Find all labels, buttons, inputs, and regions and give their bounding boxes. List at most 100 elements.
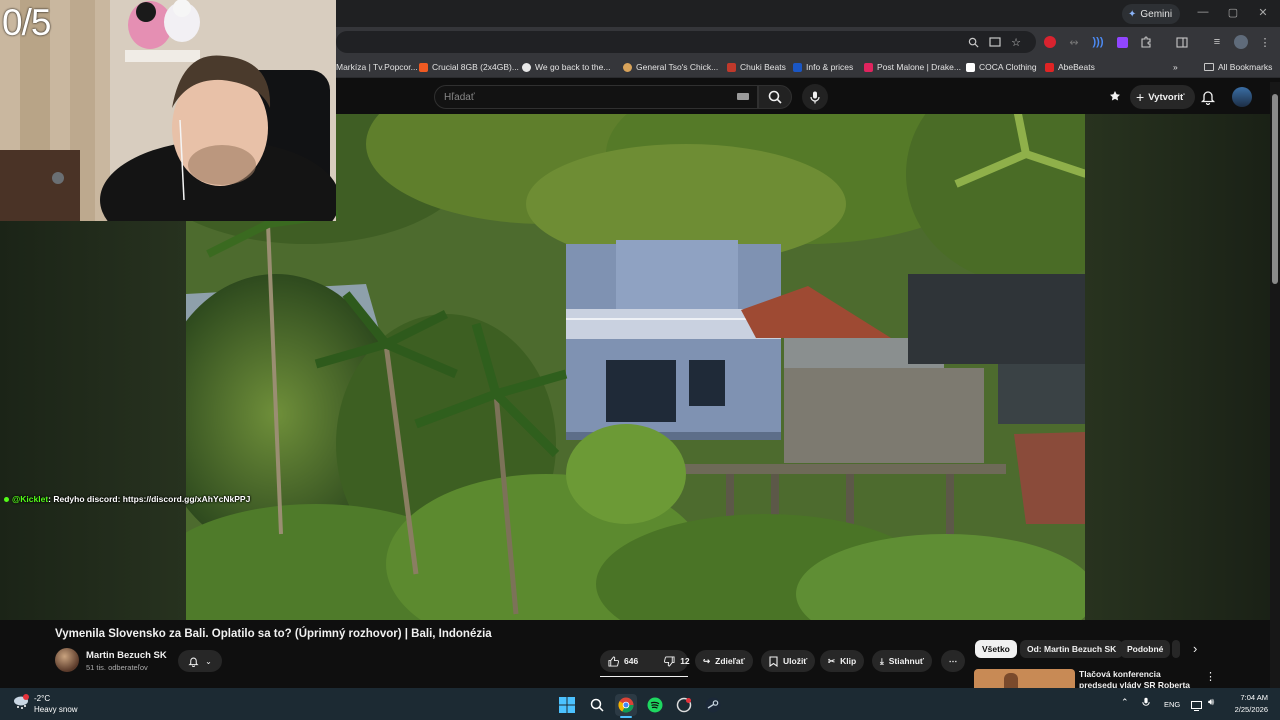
tray-microphone-icon[interactable] xyxy=(1142,697,1150,711)
chrome-taskbar-icon[interactable] xyxy=(615,694,637,716)
chip-all[interactable]: Všetko xyxy=(975,640,1017,658)
share-icon: ↪ xyxy=(703,655,711,666)
taskbar-clock-date[interactable]: 2/25/2026 xyxy=(1224,705,1268,714)
subscription-bell-button[interactable]: ⌄ xyxy=(178,650,222,672)
more-actions-button[interactable]: ⋯ xyxy=(941,650,965,672)
folder-icon xyxy=(1204,63,1214,71)
app-circle-icon[interactable] xyxy=(673,694,695,716)
extension-purple-icon[interactable] xyxy=(1113,33,1131,51)
bookmark-item[interactable]: We go back to the... xyxy=(522,59,610,75)
download-button[interactable]: ⤓ Stiahnuť xyxy=(872,650,933,672)
chips-next-icon[interactable]: › xyxy=(1193,641,1197,656)
snow-weather-icon[interactable] xyxy=(12,693,30,711)
start-windows-icon[interactable] xyxy=(556,694,578,716)
extension-grey-icon[interactable]: ↭ xyxy=(1065,33,1083,51)
address-bar[interactable] xyxy=(336,31,1036,53)
bookmark-favicon xyxy=(864,62,873,72)
bookmarks-overflow-icon[interactable]: » xyxy=(1173,59,1178,75)
tray-network-icon[interactable] xyxy=(1191,698,1202,716)
recommendation-menu-icon[interactable]: ⋮ xyxy=(1205,670,1216,683)
bookmark-favicon xyxy=(793,62,802,72)
chip-from-channel[interactable]: Od: Martin Bezuch SK xyxy=(1020,640,1124,658)
search-input[interactable]: Hľadať xyxy=(434,85,758,109)
bookmark-item[interactable]: Chuki Beats xyxy=(727,59,786,75)
spotify-icon[interactable] xyxy=(644,694,666,716)
profile-avatar-icon[interactable] xyxy=(1232,33,1250,51)
bookmark-item[interactable]: Post Malone | Drake... xyxy=(864,59,961,75)
chat-text: : Redyho discord: https://discord.gg/xAh… xyxy=(48,494,251,504)
input-language[interactable]: ENG xyxy=(1164,700,1180,709)
thumbs-down-icon xyxy=(664,655,675,667)
thumbnail-figure xyxy=(1004,673,1018,688)
gemini-button[interactable]: ✦ Gemini xyxy=(1122,4,1181,24)
extension-red-icon[interactable] xyxy=(1041,33,1059,51)
more-horizontal-icon: ⋯ xyxy=(948,655,958,666)
bookmark-item[interactable]: COCA Clothing xyxy=(966,59,1037,75)
premium-gift-icon[interactable] xyxy=(1108,90,1122,104)
bookmark-item[interactable]: Info & prices xyxy=(793,59,853,75)
voice-search-button[interactable] xyxy=(802,84,828,110)
media-controls-icon[interactable]: ≡ xyxy=(1208,33,1226,51)
gemini-label: Gemini xyxy=(1140,8,1173,20)
channel-name[interactable]: Martin Bezuch SK xyxy=(86,650,167,661)
like-dislike-group: 646 12 xyxy=(600,650,690,672)
goal-counter: 0/5 xyxy=(2,2,51,43)
side-panel-icon[interactable] xyxy=(1173,33,1191,51)
dislike-button[interactable]: 12 xyxy=(656,650,697,672)
recommendation-title[interactable]: Tlačová konferencia predsedu vlády SR Ro… xyxy=(1079,669,1199,688)
bookmark-star-icon[interactable]: ☆ xyxy=(1007,33,1025,51)
weather-temperature[interactable]: -2°C xyxy=(34,694,50,703)
create-button[interactable]: + Vytvoriť xyxy=(1130,85,1195,109)
install-app-icon[interactable] xyxy=(986,33,1004,51)
keyboard-icon[interactable] xyxy=(737,93,749,100)
chip-related[interactable]: Podobné xyxy=(1120,640,1171,658)
save-icon xyxy=(769,655,778,667)
recommendation-thumbnail[interactable] xyxy=(974,669,1075,688)
chevron-down-icon: ⌄ xyxy=(205,656,212,666)
download-icon: ⤓ xyxy=(880,655,884,666)
weather-condition[interactable]: Heavy snow xyxy=(34,705,78,714)
bookmark-favicon xyxy=(522,62,531,72)
restore-icon[interactable]: ▢ xyxy=(1224,6,1242,19)
chat-username: @Kicklet xyxy=(12,494,49,504)
like-indicator xyxy=(600,676,688,677)
like-button[interactable]: 646 xyxy=(600,650,646,672)
webcam-overlay: 0/5 xyxy=(0,0,336,221)
notifications-bell-icon[interactable] xyxy=(1200,89,1216,106)
extension-blue-icon[interactable]: ))) xyxy=(1089,33,1107,51)
clip-button[interactable]: ✂ Klip xyxy=(820,650,865,672)
chat-status-dot xyxy=(4,497,9,503)
taskbar-search-icon[interactable] xyxy=(586,694,608,716)
bookmark-favicon xyxy=(623,62,632,72)
extensions-puzzle-icon[interactable] xyxy=(1137,33,1155,51)
share-button[interactable]: ↪ Zdieľať xyxy=(695,650,753,672)
bookmark-favicon xyxy=(419,62,428,72)
bookmark-item[interactable]: Markíza | Tv.Popcor... xyxy=(336,59,418,75)
bookmark-favicon xyxy=(966,62,975,72)
scissors-icon: ✂ xyxy=(828,655,836,666)
subscriber-count: 51 tis. odberateľov xyxy=(86,663,148,672)
search-icon xyxy=(768,90,782,104)
ambient-background-right xyxy=(1085,114,1270,620)
zoom-icon[interactable] xyxy=(964,33,982,51)
bell-icon xyxy=(188,657,199,667)
minimize-icon[interactable]: — xyxy=(1194,6,1212,18)
chip-overflow[interactable] xyxy=(1172,640,1180,658)
search-button[interactable] xyxy=(758,85,792,109)
save-button[interactable]: Uložiť xyxy=(761,650,816,672)
bookmark-item[interactable]: General Tso's Chick... xyxy=(623,59,718,75)
steam-icon[interactable] xyxy=(702,694,724,716)
plus-icon: + xyxy=(1136,89,1145,105)
scrollbar-thumb[interactable] xyxy=(1272,94,1278,284)
close-icon[interactable]: ✕ xyxy=(1254,6,1272,19)
all-bookmarks-button[interactable]: All Bookmarks xyxy=(1204,59,1272,75)
account-avatar[interactable] xyxy=(1232,87,1252,107)
bookmark-item[interactable]: AbeBeats xyxy=(1045,59,1095,75)
taskbar-clock-time[interactable]: 7:04 AM xyxy=(1228,693,1268,702)
tray-volume-icon[interactable]: 🔊︎ xyxy=(1208,697,1214,708)
microphone-icon xyxy=(810,91,820,103)
bookmark-item[interactable]: Crucial 8GB (2x4GB)... xyxy=(419,59,519,75)
tray-chevron-up-icon[interactable]: ⌃ xyxy=(1121,697,1129,708)
chrome-menu-icon[interactable]: ⋮ xyxy=(1256,33,1274,51)
channel-avatar[interactable] xyxy=(55,648,79,672)
